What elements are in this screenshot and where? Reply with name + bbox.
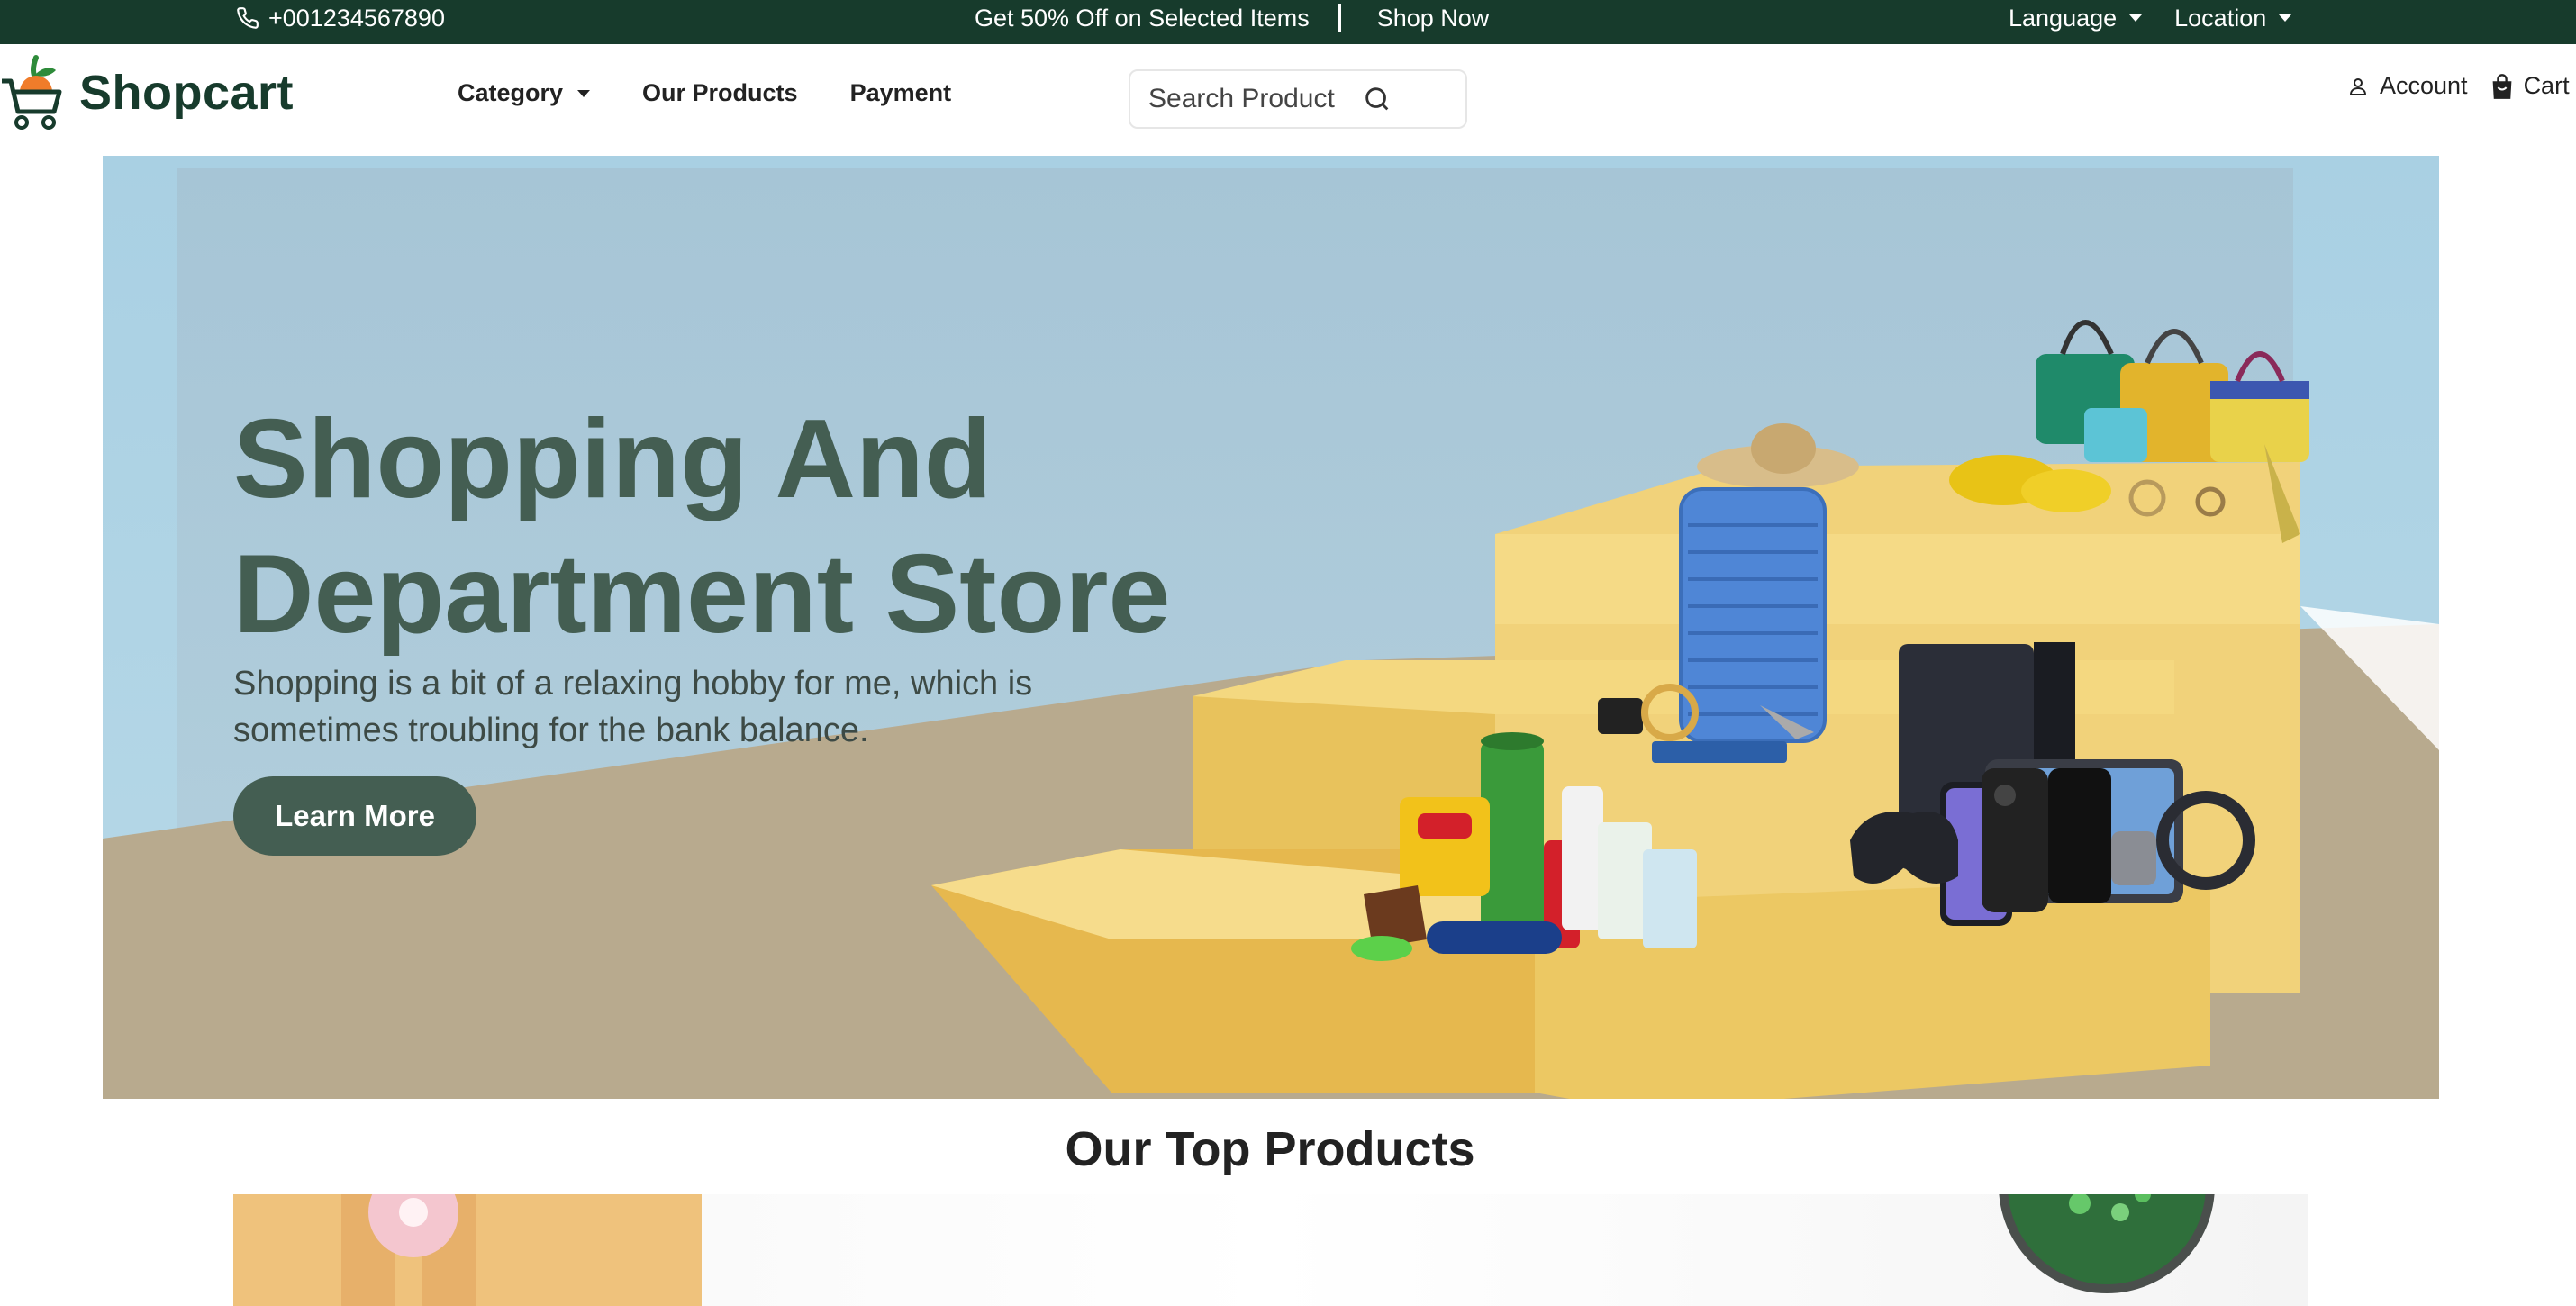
promo-banner: Get 50% Off on Selected Items Shop Now bbox=[975, 0, 1489, 36]
language-label: Language bbox=[2009, 4, 2118, 32]
nav-payment-label: Payment bbox=[849, 79, 952, 106]
phone-number: +001234567890 bbox=[268, 4, 445, 32]
promo-divider bbox=[1338, 4, 1341, 32]
top-bar: +001234567890 Get 50% Off on Selected It… bbox=[0, 0, 2576, 44]
location-label: Location bbox=[2174, 4, 2267, 32]
learn-more-button[interactable]: Learn More bbox=[233, 776, 476, 856]
nav-our-products[interactable]: Our Products bbox=[642, 79, 798, 107]
account-label: Account bbox=[2380, 72, 2468, 99]
chevron-down-icon bbox=[2129, 14, 2143, 22]
product-images-preview bbox=[233, 1194, 2215, 1306]
nav-category[interactable]: Category bbox=[458, 79, 591, 107]
search-input[interactable]: Search Product bbox=[1148, 84, 1335, 114]
account-link[interactable]: Account bbox=[2347, 72, 2468, 100]
user-actions: Account Cart bbox=[2347, 72, 2570, 100]
chevron-down-icon bbox=[577, 89, 591, 97]
search-box[interactable]: Search Product bbox=[1129, 69, 1467, 129]
promo-text: Get 50% Off on Selected Items bbox=[975, 4, 1310, 32]
phone-contact[interactable]: +001234567890 bbox=[236, 0, 445, 36]
location-dropdown[interactable]: Location bbox=[2174, 4, 2292, 32]
phone-icon bbox=[237, 7, 259, 29]
hero-title: Shopping And Department Store bbox=[233, 397, 1171, 657]
brand-logo[interactable]: Shopcart bbox=[0, 54, 294, 132]
shopping-bag-icon bbox=[2492, 73, 2511, 99]
brand-name: Shopcart bbox=[79, 66, 295, 120]
cart-label: Cart bbox=[2523, 72, 2570, 99]
search-icon[interactable] bbox=[1362, 84, 1392, 114]
top-products-carousel[interactable] bbox=[233, 1194, 2308, 1306]
hero-subtitle: Shopping is a bit of a relaxing hobby fo… bbox=[233, 665, 1033, 749]
user-icon bbox=[2349, 77, 2367, 95]
section-title: Our Top Products bbox=[1065, 1122, 1475, 1176]
topbar-dropdowns: Language Location bbox=[2009, 0, 2292, 36]
nav-category-label: Category bbox=[458, 79, 564, 106]
hero-banner: Shopping And Department Store Shopping i… bbox=[103, 156, 2439, 1099]
chevron-down-icon bbox=[2279, 14, 2292, 22]
nav-payment[interactable]: Payment bbox=[850, 79, 952, 107]
language-dropdown[interactable]: Language bbox=[2009, 4, 2143, 32]
cart-link[interactable]: Cart bbox=[2490, 72, 2570, 100]
shop-now-link[interactable]: Shop Now bbox=[1377, 5, 1490, 32]
nav-products-label: Our Products bbox=[642, 79, 798, 106]
shopping-cart-logo-icon bbox=[2, 55, 62, 130]
main-nav: Category Our Products Payment bbox=[458, 79, 951, 107]
